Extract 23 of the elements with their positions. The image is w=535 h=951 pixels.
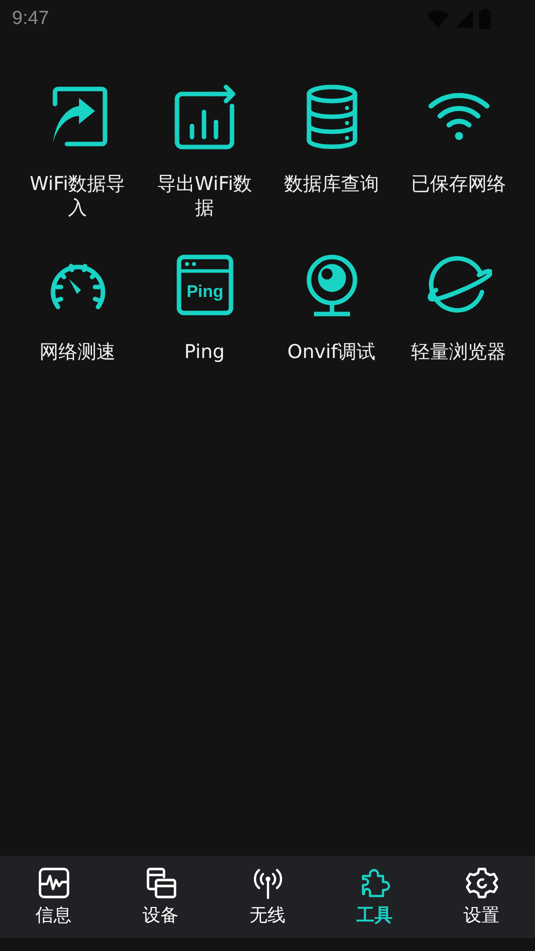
browser-window-icon: Ping: [176, 254, 234, 316]
nav-tab[interactable]: 信息: [0, 856, 107, 938]
nav-tab[interactable]: 工具: [321, 856, 428, 938]
nav-tab[interactable]: 设备: [107, 856, 214, 938]
devices-icon: [144, 867, 176, 899]
tool-label[interactable]: 导出WiFi数据: [148, 172, 260, 220]
waveform-icon: [38, 867, 70, 899]
tool-label[interactable]: Ping: [148, 340, 260, 388]
antenna-icon: [252, 867, 284, 899]
database-icon: [304, 84, 358, 150]
nav-tab[interactable]: 无线: [214, 856, 321, 938]
settings-icon: [466, 867, 498, 899]
tool-label[interactable]: 数据库查询: [276, 172, 388, 220]
tool-label[interactable]: 网络测速: [22, 340, 134, 388]
status-time: 9:47: [12, 8, 49, 30]
tool-label[interactable]: 轻量浏览器: [402, 340, 514, 388]
tool-label[interactable]: WiFi数据导入: [22, 172, 134, 220]
tool-label[interactable]: Onvif调试: [276, 340, 388, 388]
bar-chart-export-icon: [174, 84, 236, 150]
webcam-icon: [304, 252, 358, 318]
wifi-icon: [428, 92, 490, 142]
tool-label[interactable]: 已保存网络: [402, 172, 514, 220]
nav-tab[interactable]: 设置: [428, 856, 535, 938]
